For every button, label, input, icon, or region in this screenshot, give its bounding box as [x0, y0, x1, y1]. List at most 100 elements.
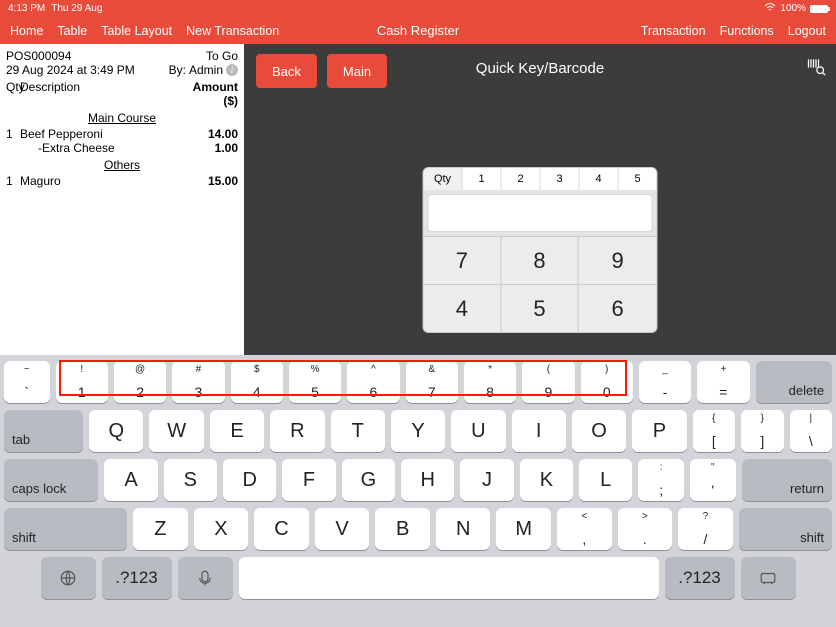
info-icon[interactable]: i — [226, 64, 238, 76]
nav-table-layout[interactable]: Table Layout — [101, 24, 172, 38]
key-p[interactable]: P — [632, 410, 686, 452]
key-space[interactable] — [239, 557, 659, 599]
key-r[interactable]: R — [270, 410, 324, 452]
key-m[interactable]: M — [496, 508, 551, 550]
key-f[interactable]: F — [282, 459, 335, 501]
key-symbols-right[interactable]: .?123 — [665, 557, 735, 599]
numpad-8[interactable]: 8 — [501, 236, 579, 284]
qty-option-3[interactable]: 3 — [541, 168, 580, 190]
key-c[interactable]: C — [254, 508, 309, 550]
key-5[interactable]: %5 — [289, 361, 341, 403]
nav-transaction[interactable]: Transaction — [641, 24, 706, 38]
key-shift-right[interactable]: shift — [739, 508, 832, 550]
numpad-6[interactable]: 6 — [579, 284, 657, 332]
key-j[interactable]: J — [460, 459, 513, 501]
col-amount: Amount ($) — [188, 80, 238, 108]
nav-home[interactable]: Home — [10, 24, 43, 38]
key-w[interactable]: W — [149, 410, 203, 452]
key-;[interactable]: :; — [638, 459, 684, 501]
key-=[interactable]: += — [697, 361, 749, 403]
key-x[interactable]: X — [194, 508, 249, 550]
section-title: Main Course — [6, 111, 238, 125]
key-d[interactable]: D — [223, 459, 276, 501]
receipt-by-label: By: — [169, 63, 186, 77]
key-[[interactable]: {[ — [693, 410, 735, 452]
key-g[interactable]: G — [342, 459, 395, 501]
key-y[interactable]: Y — [391, 410, 445, 452]
key-1[interactable]: !1 — [56, 361, 108, 403]
nav-logout[interactable]: Logout — [788, 24, 826, 38]
key-q[interactable]: Q — [89, 410, 143, 452]
key-6[interactable]: ^6 — [347, 361, 399, 403]
key-mic[interactable] — [178, 557, 233, 599]
qty-option-5[interactable]: 5 — [619, 168, 657, 190]
key-z[interactable]: Z — [133, 508, 188, 550]
key-.[interactable]: >. — [618, 508, 673, 550]
key-s[interactable]: S — [164, 459, 217, 501]
key-2[interactable]: @2 — [114, 361, 166, 403]
qty-option-2[interactable]: 2 — [502, 168, 541, 190]
key-n[interactable]: N — [436, 508, 491, 550]
key-8[interactable]: *8 — [464, 361, 516, 403]
numpad-9[interactable]: 9 — [579, 236, 657, 284]
key-h[interactable]: H — [401, 459, 454, 501]
key-e[interactable]: E — [210, 410, 264, 452]
key-b[interactable]: B — [375, 508, 430, 550]
key-v[interactable]: V — [315, 508, 370, 550]
key-shift-left[interactable]: shift — [4, 508, 127, 550]
nav-functions[interactable]: Functions — [720, 24, 774, 38]
key-symbols-left[interactable]: .?123 — [102, 557, 172, 599]
key-k[interactable]: K — [520, 459, 573, 501]
key-`[interactable]: ~` — [4, 361, 50, 403]
key-7[interactable]: &7 — [406, 361, 458, 403]
key-t[interactable]: T — [331, 410, 385, 452]
nav-table[interactable]: Table — [57, 24, 87, 38]
key-9[interactable]: (9 — [522, 361, 574, 403]
receipt-by-value: Admin — [189, 63, 223, 77]
line-desc: Maguro — [20, 174, 188, 188]
status-date: Thu 29 Aug — [51, 3, 102, 14]
receipt-mode: To Go — [206, 49, 238, 63]
key-a[interactable]: A — [104, 459, 157, 501]
col-desc: Description — [20, 80, 188, 108]
key-u[interactable]: U — [451, 410, 505, 452]
section-title: Others — [6, 158, 238, 172]
key-hide-keyboard[interactable] — [741, 557, 796, 599]
key-4[interactable]: $4 — [231, 361, 283, 403]
panel-title: Quick Key/Barcode — [244, 60, 836, 77]
barcode-search-icon[interactable] — [806, 56, 826, 81]
key-delete[interactable]: delete — [756, 361, 833, 403]
key--[interactable]: _- — [639, 361, 691, 403]
receipt-line[interactable]: 1Maguro15.00 — [6, 174, 238, 188]
numpad-4[interactable]: 4 — [424, 284, 502, 332]
quick-key-panel: Back Main Quick Key/Barcode Qty12345 789… — [244, 44, 836, 355]
key-o[interactable]: O — [572, 410, 626, 452]
line-amount: 14.00 — [188, 127, 238, 141]
nav-new-transaction[interactable]: New Transaction — [186, 24, 279, 38]
key-capslock[interactable]: caps lock — [4, 459, 98, 501]
numpad-5[interactable]: 5 — [501, 284, 579, 332]
numpad-7[interactable]: 7 — [424, 236, 502, 284]
nav-bar: Cash Register HomeTableTable LayoutNew T… — [0, 17, 836, 44]
receipt-modifier: -Extra Cheese1.00 — [6, 141, 238, 155]
receipt-line[interactable]: 1Beef Pepperoni14.00 — [6, 127, 238, 141]
key-,[interactable]: <, — [557, 508, 612, 550]
line-qty: 1 — [6, 174, 20, 188]
key-][interactable]: }] — [741, 410, 783, 452]
key-0[interactable]: )0 — [581, 361, 633, 403]
qty-option-1[interactable]: 1 — [463, 168, 502, 190]
key-l[interactable]: L — [579, 459, 632, 501]
key-\[interactable]: |\ — [790, 410, 832, 452]
key-'[interactable]: "' — [690, 459, 736, 501]
key-i[interactable]: I — [512, 410, 566, 452]
key-tab[interactable]: tab — [4, 410, 83, 452]
key-globe[interactable] — [41, 557, 96, 599]
receipt-id: POS000094 — [6, 49, 206, 63]
line-desc: Beef Pepperoni — [20, 127, 188, 141]
key-return[interactable]: return — [742, 459, 832, 501]
keypad-display[interactable] — [428, 194, 653, 232]
qty-option-4[interactable]: 4 — [580, 168, 619, 190]
line-amount: 15.00 — [188, 174, 238, 188]
key-3[interactable]: #3 — [172, 361, 224, 403]
key-/[interactable]: ?/ — [678, 508, 733, 550]
